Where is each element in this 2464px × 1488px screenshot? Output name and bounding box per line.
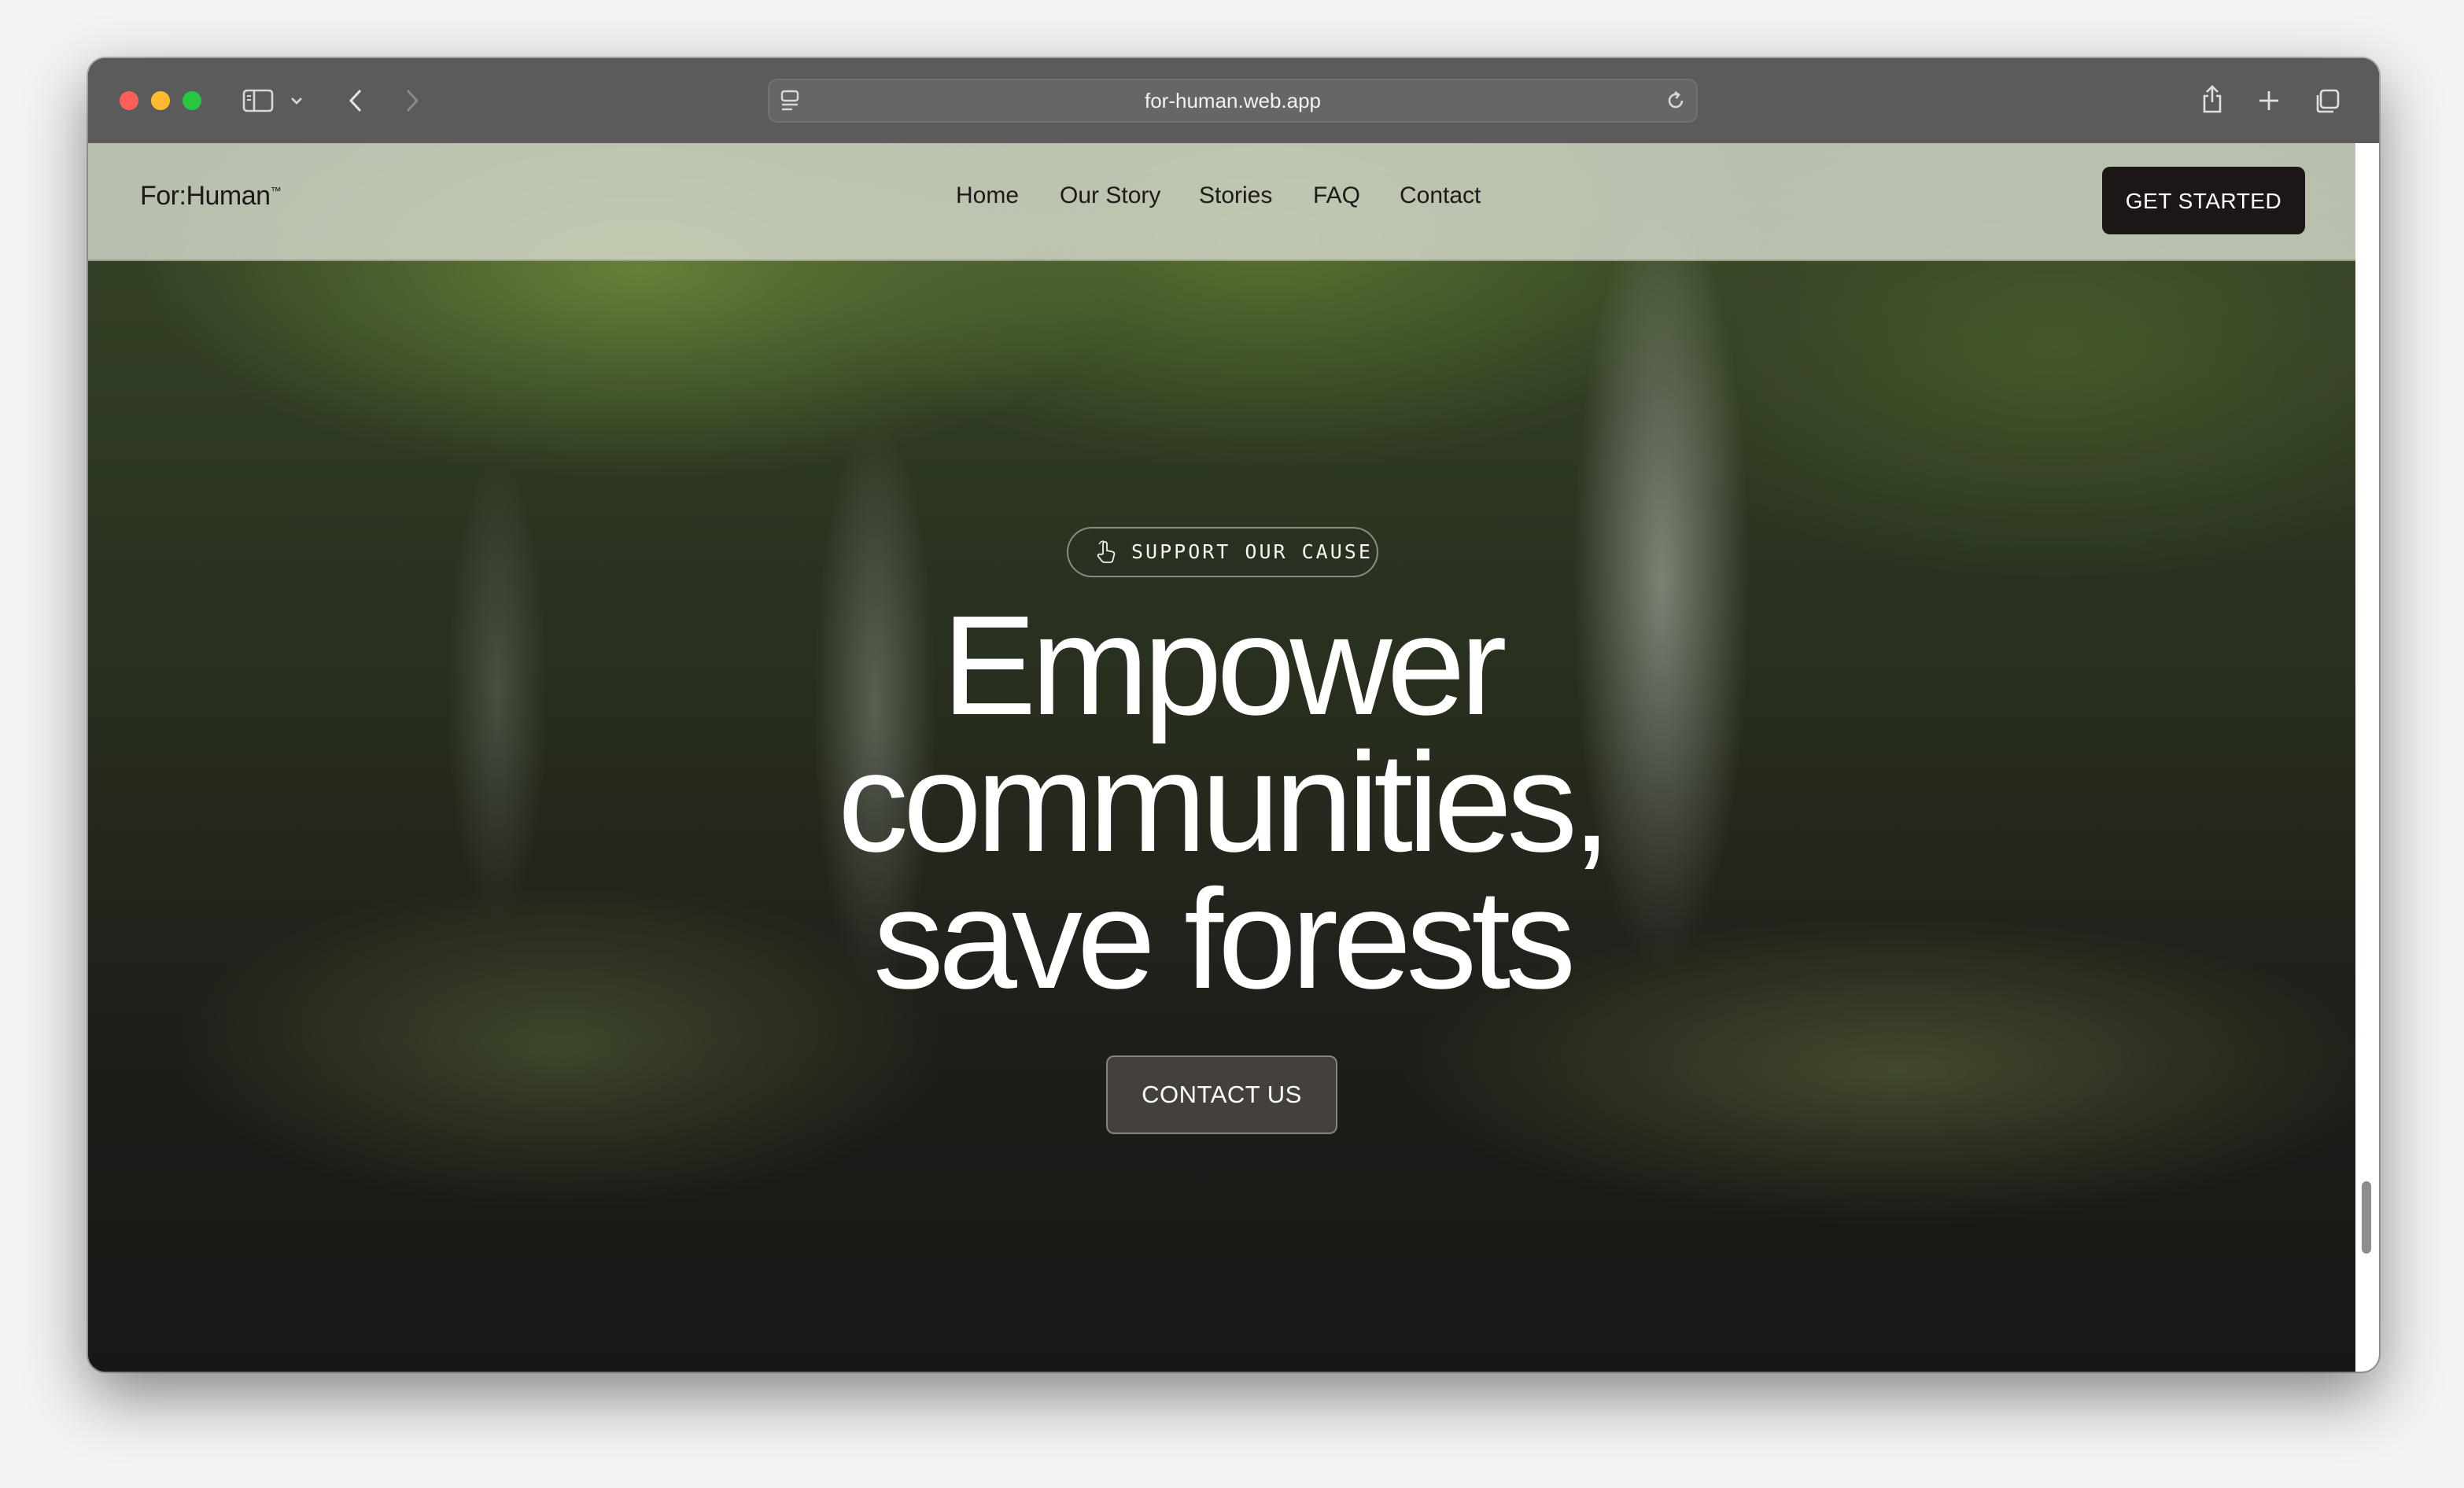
url-text[interactable]: for-human.web.app <box>769 80 1696 121</box>
get-started-button[interactable]: GET STARTED <box>2102 167 2305 234</box>
back-arrow-icon[interactable] <box>341 85 370 116</box>
badge-label: SUPPORT OUR CAUSE <box>1131 540 1373 563</box>
nav-link-our-story[interactable]: Our Story <box>1060 182 1160 209</box>
brand-logo[interactable]: For:Human™ <box>140 181 282 212</box>
minimize-window-button[interactable] <box>151 91 170 110</box>
brand-name: For:Human <box>140 181 271 211</box>
contact-us-button[interactable]: CONTACT US <box>1106 1055 1337 1134</box>
forward-arrow-icon[interactable] <box>398 85 426 116</box>
maximize-window-button[interactable] <box>183 91 201 110</box>
page-viewport: For:Human™ Home Our Story Stories FAQ Co… <box>88 143 2355 1372</box>
chevron-down-icon[interactable] <box>288 93 305 109</box>
nav-link-contact[interactable]: Contact <box>1400 182 1481 209</box>
hero-headline: Empower communities, save forests <box>750 595 1694 1011</box>
nav-link-home[interactable]: Home <box>956 182 1019 209</box>
share-icon[interactable] <box>2197 82 2228 116</box>
site-header: For:Human™ Home Our Story Stories FAQ Co… <box>88 143 2355 261</box>
tabs-overview-icon[interactable] <box>2311 85 2343 116</box>
trademark-mark: ™ <box>270 184 282 197</box>
sidebar-icon[interactable] <box>241 85 275 116</box>
reload-icon[interactable] <box>1663 88 1688 113</box>
hero-headline-line-2: communities, <box>837 724 1611 882</box>
hero-headline-line-3: save forests <box>872 860 1576 1018</box>
hand-pointer-icon <box>1094 540 1119 565</box>
browser-toolbar: for-human.web.app <box>88 58 2379 145</box>
nav-link-faq[interactable]: FAQ <box>1313 182 1360 209</box>
browser-window: for-human.web.app For:Human™ Home Our St… <box>88 58 2379 1372</box>
plus-icon[interactable] <box>2255 85 2283 116</box>
close-window-button[interactable] <box>120 91 138 110</box>
nav-link-stories[interactable]: Stories <box>1199 182 1272 209</box>
scrollbar-thumb[interactable] <box>2362 1181 2371 1254</box>
hero-headline-line-1: Empower <box>942 587 1507 745</box>
support-cause-badge: SUPPORT OUR CAUSE <box>1067 527 1378 577</box>
address-bar[interactable]: for-human.web.app <box>768 79 1698 123</box>
